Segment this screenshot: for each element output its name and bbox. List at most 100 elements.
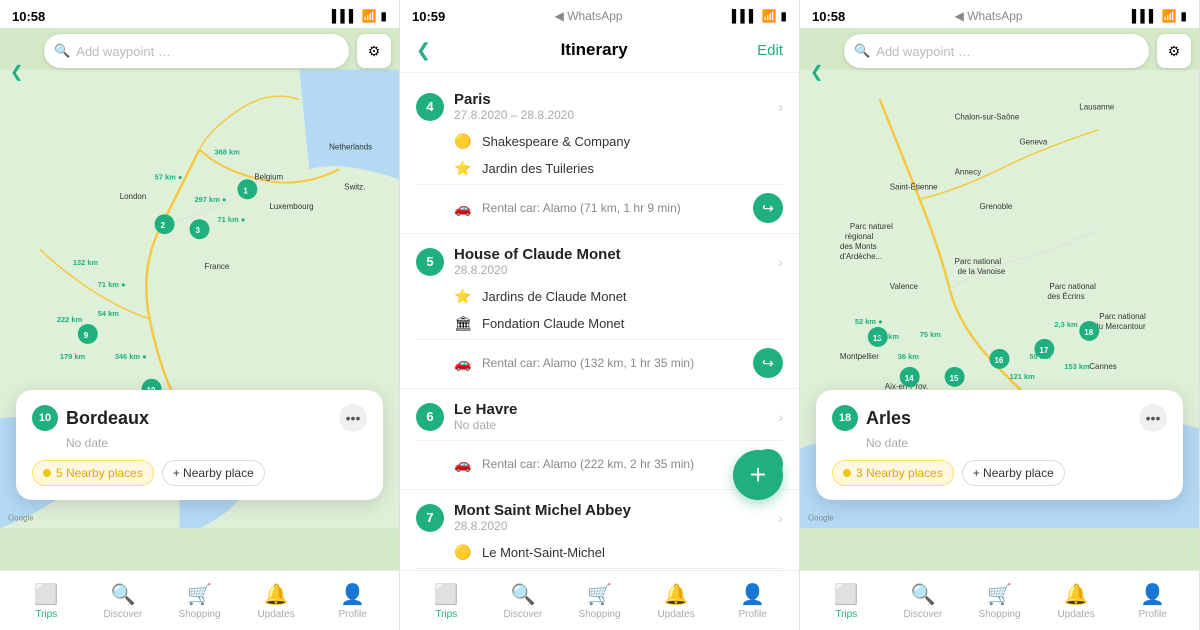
svg-text:36 km: 36 km [898,352,920,361]
svg-text:Belgium: Belgium [254,172,283,181]
svg-text:71 km ●: 71 km ● [98,280,126,289]
svg-text:Saint-Étienne: Saint-Étienne [890,182,938,191]
card-title-row-right: 18 Arles [832,405,911,431]
itinerary-header: ❮ Itinerary Edit [400,28,799,72]
svg-text:des Écrins: des Écrins [1047,292,1084,301]
right-panel: 10:58 ◀ WhatsApp ▌▌▌ 📶 ▮ Parc naturel ré… [800,0,1200,630]
place-name-fondation: Fondation Claude Monet [482,316,624,331]
stop-monet: 5 House of Claude Monet 28.8.2020 › ⭐ Ja… [400,236,799,386]
status-bar-right: 10:58 ◀ WhatsApp ▌▌▌ 📶 ▮ [800,0,1199,28]
card-header-right: 18 Arles ••• [832,404,1167,432]
add-stop-fab[interactable]: + [733,450,783,500]
itinerary-back-button[interactable]: ❮ [416,40,431,61]
itinerary-scroll[interactable]: 4 Paris 27.8.2020 – 28.8.2020 › 🟡 Shakes… [400,73,799,570]
nearby-places-tag-right[interactable]: 3 Nearby places [832,460,954,486]
filter-button-right[interactable]: ⚙ [1157,34,1191,68]
svg-text:des Monts: des Monts [840,242,877,251]
place-icon-shakespeare: 🟡 [454,133,472,150]
nav-discover-left[interactable]: 🔍 Discover [85,582,162,620]
stop-paris-info: Paris 27.8.2020 – 28.8.2020 [454,91,574,122]
nav-discover-mid[interactable]: 🔍 Discover [485,582,562,620]
add-nearby-tag-left[interactable]: + Nearby place [162,460,265,486]
card-more-right[interactable]: ••• [1139,404,1167,432]
stop-mont-name: Mont Saint Michel Abbey [454,502,631,519]
stop-paris-header[interactable]: 4 Paris 27.8.2020 – 28.8.2020 › [416,85,783,128]
add-nearby-label-right: + Nearby place [973,466,1054,480]
search-bar-right[interactable]: 🔍 Add waypoint … [844,34,1149,68]
stop-num-6: 6 [416,403,444,431]
nav-profile-left[interactable]: 👤 Profile [314,582,391,620]
svg-text:Parc national: Parc national [955,257,1002,266]
discover-icon-mid: 🔍 [510,582,535,607]
search-icon-left: 🔍 [54,43,70,59]
svg-text:Grenoble: Grenoble [980,202,1013,211]
nav-discover-right[interactable]: 🔍 Discover [885,582,962,620]
transport-arrow-paris[interactable]: ↪ [753,193,783,223]
stop-monet-info: House of Claude Monet 28.8.2020 [454,246,621,277]
stop-havre-date: No date [454,418,517,432]
search-placeholder-left: Add waypoint … [76,44,171,59]
status-bar-left: 10:58 ▌▌▌ 📶 ▮ [0,0,399,28]
stop-mont-header[interactable]: 7 Mont Saint Michel Abbey 28.8.2020 › [416,496,783,539]
place-icon-le-mont: 🟡 [454,544,472,561]
transport-paris: 🚗 Rental car: Alamo (71 km, 1 hr 9 min) … [416,184,783,231]
itinerary-edit-button[interactable]: Edit [757,42,783,59]
signal-icon-right: ▌▌▌ [1132,9,1158,23]
stop-havre-info: Le Havre No date [454,401,517,432]
svg-text:du Mercantour: du Mercantour [1094,322,1146,331]
search-bar-left[interactable]: 🔍 Add waypoint … [44,34,349,68]
svg-text:57 km ●: 57 km ● [155,172,183,181]
nearby-places-tag-left[interactable]: 5 Nearby places [32,460,154,486]
discover-label-left: Discover [103,609,142,620]
profile-label-mid: Profile [738,609,766,620]
stop-mont-title-row: 7 Mont Saint Michel Abbey 28.8.2020 [416,502,631,533]
back-button-left[interactable]: ❮ [10,62,23,82]
status-bar-mid: 10:59 ◀ WhatsApp ▌▌▌ 📶 ▮ [400,0,799,28]
nearby-places-label-left: 5 Nearby places [56,466,143,480]
updates-icon-left: 🔔 [264,582,289,607]
car-icon-2: 🚗 [454,355,472,372]
trips-label-left: Trips [35,609,57,620]
nav-trips-right[interactable]: ⬜ Trips [808,582,885,620]
svg-text:Montpellier: Montpellier [840,352,879,361]
svg-text:179 km: 179 km [60,352,86,361]
shopping-label-mid: Shopping [578,609,620,620]
svg-text:régional: régional [845,232,874,241]
nav-updates-right[interactable]: 🔔 Updates [1038,582,1115,620]
stop-mont-info: Mont Saint Michel Abbey 28.8.2020 [454,502,631,533]
card-more-left[interactable]: ••• [339,404,367,432]
back-button-right[interactable]: ❮ [810,62,823,82]
nav-trips-mid[interactable]: ⬜ Trips [408,582,485,620]
nav-profile-mid[interactable]: 👤 Profile [714,582,791,620]
svg-text:3: 3 [196,226,201,235]
transport-arrow-monet[interactable]: ↪ [753,348,783,378]
svg-text:59 km: 59 km [1029,352,1051,361]
trips-icon-mid: ⬜ [434,582,459,607]
profile-icon-mid: 👤 [740,582,765,607]
stop-monet-title-row: 5 House of Claude Monet 28.8.2020 [416,246,621,277]
nav-updates-left[interactable]: 🔔 Updates [238,582,315,620]
car-icon-1: 🚗 [454,200,472,217]
nav-profile-right[interactable]: 👤 Profile [1114,582,1191,620]
place-name-shakespeare: Shakespeare & Company [482,134,630,149]
nav-updates-mid[interactable]: 🔔 Updates [638,582,715,620]
svg-text:Netherlands: Netherlands [329,142,372,151]
updates-icon-right: 🔔 [1064,582,1089,607]
stop-monet-header[interactable]: 5 House of Claude Monet 28.8.2020 › [416,240,783,283]
place-jardins-monet: ⭐ Jardins de Claude Monet [416,283,783,310]
map-area-left: France Luxembourg Belgium Netherlands Lo… [0,28,399,570]
stop-paris: 4 Paris 27.8.2020 – 28.8.2020 › 🟡 Shakes… [400,81,799,231]
stop-paris-name: Paris [454,91,574,108]
svg-text:Parc national: Parc national [1049,282,1096,291]
nav-shopping-right[interactable]: 🛒 Shopping [961,582,1038,620]
place-fondation-monet: 🏛 Fondation Claude Monet [416,310,783,337]
nav-shopping-mid[interactable]: 🛒 Shopping [561,582,638,620]
add-nearby-tag-right[interactable]: + Nearby place [962,460,1065,486]
signal-icon-mid: ▌▌▌ [732,9,758,23]
stop-monet-name: House of Claude Monet [454,246,621,263]
filter-button-left[interactable]: ⚙ [357,34,391,68]
svg-text:Parc national: Parc national [1099,312,1146,321]
nav-shopping-left[interactable]: 🛒 Shopping [161,582,238,620]
stop-havre-header[interactable]: 6 Le Havre No date › [416,395,783,438]
nav-trips-left[interactable]: ⬜ Trips [8,582,85,620]
